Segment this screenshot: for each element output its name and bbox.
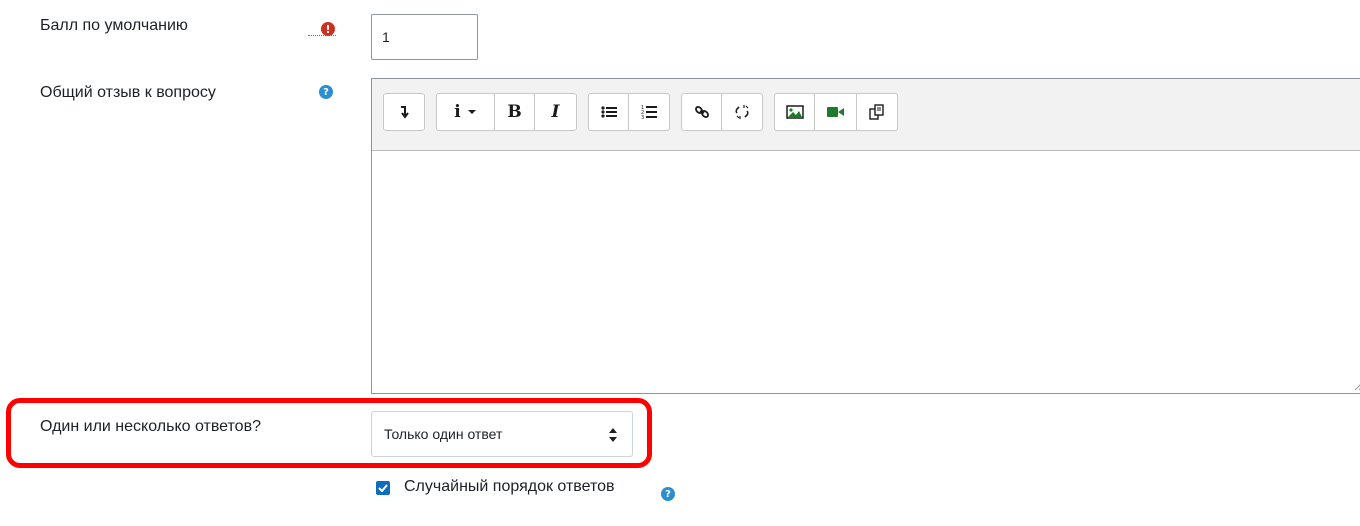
shuffle-answers-checkbox[interactable] [376, 481, 390, 495]
arrow-down-icon[interactable] [384, 94, 424, 130]
general-feedback-label: Общий отзыв к вопросу [40, 84, 216, 101]
files-icon[interactable] [857, 94, 897, 130]
numbered-list-icon[interactable]: 123 [629, 94, 669, 130]
italic-glyph: I [551, 102, 560, 122]
toolbar-group-style: i B I [436, 93, 577, 131]
svg-text:3: 3 [641, 115, 644, 120]
editor-toolbar: i B I 123 [372, 79, 1360, 151]
toolbar-group-toggle [383, 93, 425, 131]
default-mark-label: Балл по умолчанию [40, 17, 188, 34]
question-circle-icon[interactable]: ? [319, 85, 333, 99]
question-circle-icon[interactable]: ? [661, 487, 675, 501]
bullet-list-icon[interactable] [589, 94, 629, 130]
unlink-icon[interactable] [722, 94, 762, 130]
editor-content-area[interactable] [372, 151, 1360, 393]
link-icon[interactable] [682, 94, 722, 130]
single-multiple-select[interactable]: Только один ответ [371, 411, 633, 457]
required-dots [308, 35, 336, 36]
general-feedback-editor: i B I 123 [371, 78, 1360, 394]
italic-icon[interactable]: I [535, 94, 576, 130]
resize-handle-icon[interactable] [1353, 381, 1360, 391]
toolbar-group-lists: 123 [588, 93, 670, 131]
bold-glyph: B [507, 102, 522, 122]
default-mark-input[interactable] [371, 14, 478, 60]
toolbar-group-media [774, 93, 898, 131]
info-icon[interactable]: i [437, 94, 495, 130]
select-arrows-icon [609, 428, 617, 442]
single-multiple-selected-value: Только один ответ [384, 426, 503, 442]
paragraph-style-glyph: i [454, 102, 461, 122]
video-icon[interactable] [815, 94, 857, 130]
shuffle-answers-label: Случайный порядок ответов [404, 478, 615, 495]
toolbar-group-links [681, 93, 763, 131]
exclamation-circle-icon: ! [321, 22, 335, 36]
single-multiple-label: Один или несколько ответов? [40, 418, 261, 435]
image-icon[interactable] [775, 94, 815, 130]
bold-icon[interactable]: B [495, 94, 535, 130]
